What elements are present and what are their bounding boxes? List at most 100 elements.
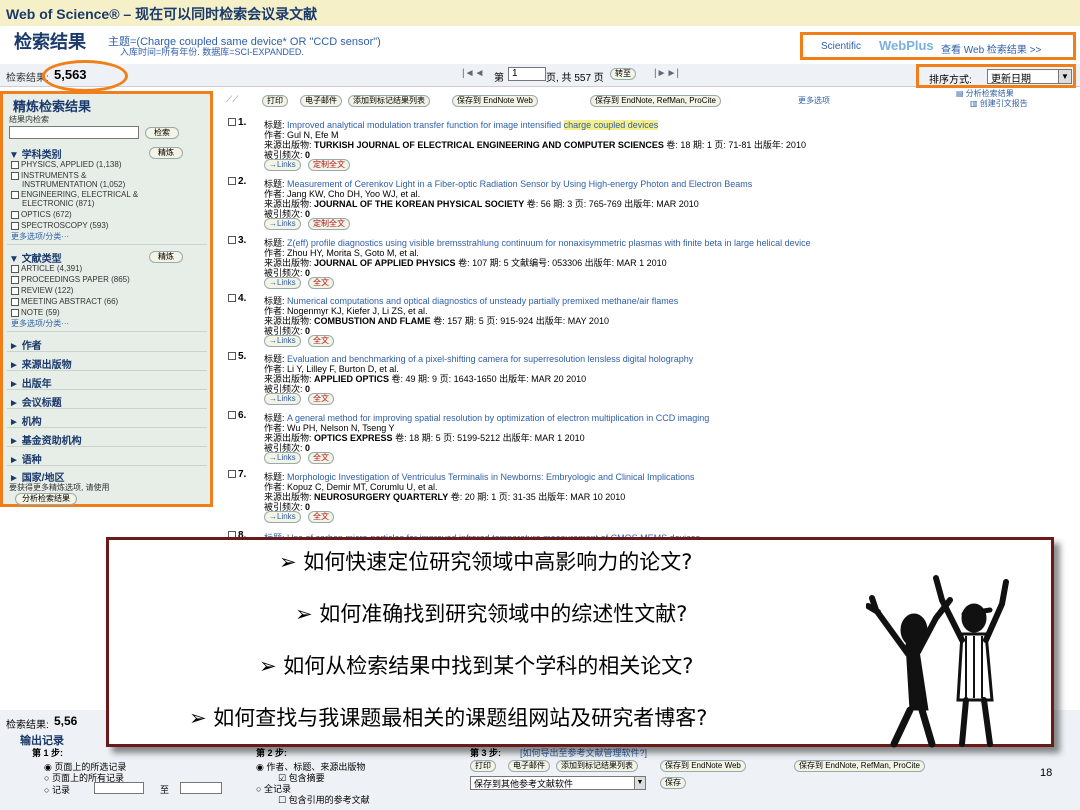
fulltext-button[interactable]: 全文 <box>308 393 334 405</box>
checkbox[interactable] <box>11 190 19 199</box>
webplus-link[interactable]: 查看 Web 检索结果 >> <box>941 41 1041 56</box>
doctype-option[interactable]: PROCEEDINGS PAPER (865) <box>11 275 130 284</box>
subject-more-link[interactable]: 更多选项/分类··· <box>11 231 69 242</box>
subject-option[interactable]: SPECTROSCOPY (593) <box>11 221 108 230</box>
email-button[interactable]: 电子邮件 <box>300 95 342 107</box>
slide-number: 18 <box>1040 767 1053 779</box>
doctype-heading[interactable]: ▼ 文献类型 <box>9 250 62 265</box>
citation-report-link[interactable]: ▥ 创建引文报告 <box>970 98 1028 109</box>
links-button[interactable]: →Links <box>264 218 301 230</box>
checkbox-icon[interactable]: ☐ <box>278 795 286 805</box>
checkbox[interactable] <box>228 411 236 420</box>
checkbox[interactable] <box>11 308 19 317</box>
doctype-more-link[interactable]: 更多选项/分类··· <box>11 318 69 329</box>
checkbox[interactable] <box>11 171 19 180</box>
links-button[interactable]: →Links <box>264 511 301 523</box>
checkbox[interactable] <box>228 470 236 479</box>
checkbox[interactable] <box>228 118 236 127</box>
record-number-text: 2. <box>238 176 247 187</box>
checkbox[interactable] <box>228 294 236 303</box>
record-title-highlight[interactable]: charge coupled devices <box>563 120 659 130</box>
bottom-print-button[interactable]: 打印 <box>470 760 496 772</box>
checkbox[interactable] <box>228 236 236 245</box>
doctype-refine-button[interactable]: 精炼 <box>149 251 183 263</box>
subject-refine-button[interactable]: 精炼 <box>149 147 183 159</box>
goto-button[interactable]: 转至 <box>610 68 636 80</box>
save-endnote-button[interactable]: 保存到 EndNote, RefMan, ProCite <box>590 95 721 107</box>
records-to-input[interactable] <box>180 782 222 794</box>
radio-selected-icon[interactable]: ◉ <box>256 762 264 772</box>
within-search-button[interactable]: 检索 <box>145 127 179 139</box>
checkbox[interactable] <box>11 210 19 219</box>
subject-option[interactable]: ENGINEERING, ELECTRICAL & <box>11 190 138 199</box>
links-button[interactable]: →Links <box>264 335 301 347</box>
question-1: ➢ 如何快速定位研究领域中高影响力的论文? <box>279 550 693 574</box>
opt-cited-refs[interactable]: ☐ 包含引用的参考文献 <box>278 793 370 806</box>
bottom-save-endnote-button[interactable]: 保存到 EndNote, RefMan, ProCite <box>794 760 925 772</box>
bottom-email-button[interactable]: 电子邮件 <box>508 760 550 772</box>
facet-source[interactable]: ► 来源出版物 <box>9 356 72 371</box>
fulltext-button[interactable]: 全文 <box>308 335 334 347</box>
sort-select[interactable]: 更新日期 <box>987 69 1063 85</box>
checkbox[interactable] <box>11 264 19 273</box>
bottom-add-marked-button[interactable]: 添加到标记结果列表 <box>556 760 638 772</box>
links-button[interactable]: →Links <box>264 393 301 405</box>
record-source-line: 来源出版物: NEUROSURGERY QUARTERLY 卷: 20 期: 1… <box>264 490 625 503</box>
doctype-option[interactable]: NOTE (59) <box>11 308 60 317</box>
doctype-option[interactable]: ARTICLE (4,391) <box>11 264 82 273</box>
radio-icon[interactable]: ○ <box>44 785 49 795</box>
chevron-down-icon[interactable]: ▼ <box>1058 69 1072 84</box>
subject-option[interactable]: PHYSICS, APPLIED (1,138) <box>11 160 122 169</box>
pager-prev-icon[interactable]: |◄◄ <box>462 68 484 79</box>
doctype-option-label: REVIEW (122) <box>21 286 74 295</box>
facet-year[interactable]: ► 出版年 <box>9 375 52 390</box>
checkbox[interactable] <box>228 352 236 361</box>
count-highlight-ring <box>42 60 128 92</box>
facet-language[interactable]: ► 语种 <box>9 451 42 466</box>
doctype-option[interactable]: REVIEW (122) <box>11 286 73 295</box>
checkbox[interactable] <box>228 177 236 186</box>
print-button[interactable]: 打印 <box>262 95 288 107</box>
subject-option[interactable]: INSTRUMENTS & <box>11 171 86 180</box>
fulltext-button[interactable]: 全文 <box>308 277 334 289</box>
facet-organization[interactable]: ► 机构 <box>9 413 42 428</box>
within-search-input[interactable] <box>9 126 139 139</box>
doctype-option[interactable]: MEETING ABSTRACT (66) <box>11 297 118 306</box>
doctype-option-label: MEETING ABSTRACT (66) <box>21 297 119 306</box>
opt-records[interactable]: ○ 记录 <box>44 783 70 796</box>
records-from-input[interactable] <box>94 782 144 794</box>
step3-help-link[interactable]: [如何导出至参考文献管理软件?] <box>520 746 647 759</box>
subject-heading[interactable]: ▼ 学科类别 <box>9 146 62 161</box>
radio-icon[interactable]: ○ <box>256 784 261 794</box>
add-marked-button[interactable]: 添加到标记结果列表 <box>348 95 430 107</box>
checkbox[interactable] <box>11 160 19 169</box>
bottom-save-endnote-web-button[interactable]: 保存到 EndNote Web <box>660 760 746 772</box>
webplus-box[interactable]: Scientific WebPlus 查看 Web 检索结果 >> <box>800 32 1076 60</box>
checkbox[interactable] <box>11 221 19 230</box>
chevron-down-icon[interactable]: ▼ <box>634 776 646 790</box>
bottom-save-button[interactable]: 保存 <box>660 777 686 789</box>
page-input[interactable]: 1 <box>508 67 546 81</box>
links-button[interactable]: →Links <box>264 159 301 171</box>
facet-conference[interactable]: ► 会议标题 <box>9 394 62 409</box>
more-options-link[interactable]: 更多选项 <box>798 95 830 106</box>
analyze-results-button[interactable]: 分析检索结果 <box>15 493 77 505</box>
fulltext-button[interactable]: 全文 <box>308 511 334 523</box>
save-other-select[interactable]: 保存到其他参考文献软件 <box>470 776 638 790</box>
checkbox[interactable] <box>11 286 19 295</box>
checkbox[interactable] <box>11 297 19 306</box>
fulltext-button[interactable]: 定制全文 <box>308 218 350 230</box>
pager-next-icon[interactable]: |►►| <box>654 68 679 79</box>
facet-funding[interactable]: ► 基金资助机构 <box>9 432 82 447</box>
save-endnote-web-button[interactable]: 保存到 EndNote Web <box>452 95 538 107</box>
links-button[interactable]: →Links <box>264 277 301 289</box>
checkbox[interactable] <box>11 275 19 284</box>
subject-option[interactable]: OPTICS (672) <box>11 210 72 219</box>
facet-author[interactable]: ► 作者 <box>9 337 42 352</box>
step1-label: 第 1 步: <box>32 748 64 758</box>
chart-icon: ▤ <box>956 89 964 98</box>
links-button[interactable]: →Links <box>264 452 301 464</box>
fulltext-button[interactable]: 定制全文 <box>308 159 350 171</box>
fulltext-button[interactable]: 全文 <box>308 452 334 464</box>
radio-icon[interactable]: ○ <box>44 773 49 783</box>
